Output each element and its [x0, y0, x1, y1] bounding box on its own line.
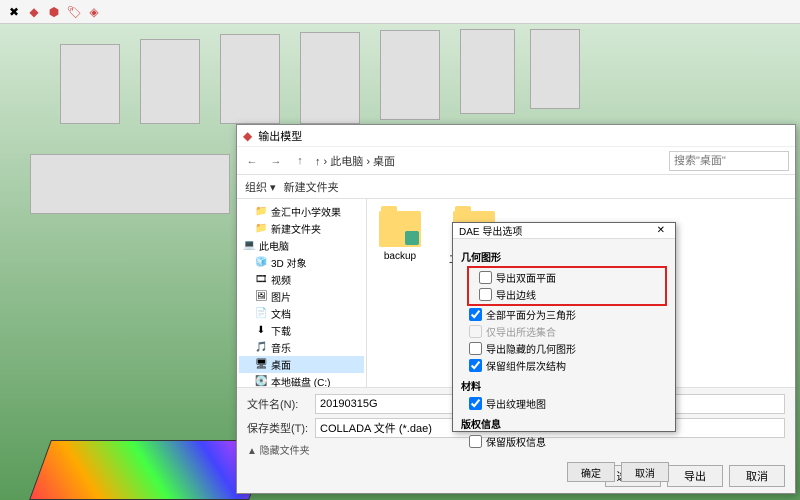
export-dialog-titlebar: ◆ 输出模型: [237, 125, 795, 147]
export-hidden-checkbox[interactable]: [469, 342, 482, 355]
tool-cross-icon[interactable]: ✖: [6, 4, 22, 20]
address-bar-row: ← → ↑ ↑ › 此电脑 › 桌面: [237, 147, 795, 175]
save-type-label: 保存类型(T):: [247, 420, 309, 436]
main-toolbar: ✖ ◆ ⬢ 🏷 ◈: [0, 0, 800, 24]
tool-tag-icon[interactable]: 🏷: [66, 4, 82, 20]
export-button[interactable]: 导出: [667, 465, 723, 487]
tree-item-icon: 💽: [255, 376, 267, 387]
tree-item-label: 桌面: [271, 357, 291, 372]
tree-item-icon: 💻: [243, 240, 255, 251]
folder-label: backup: [384, 251, 416, 262]
tree-item-icon: 🖼: [255, 291, 267, 302]
selection-only-checkbox: [469, 325, 482, 338]
app-icon: ◆: [243, 129, 252, 143]
highlighted-options: 导出双面平面 导出边线: [467, 266, 667, 306]
tree-item[interactable]: 🎞 视频: [239, 271, 364, 288]
preserve-credits-label: 保留版权信息: [486, 434, 546, 449]
tree-item-label: 音乐: [271, 340, 291, 355]
credits-group-label: 版权信息: [461, 416, 667, 431]
tree-item-icon: 🧊: [255, 257, 267, 268]
tree-item[interactable]: 🧊 3D 对象: [239, 254, 364, 271]
export-textures-checkbox[interactable]: [469, 397, 482, 410]
tree-item[interactable]: 📁 金汇中小学效果: [239, 203, 364, 220]
organize-menu[interactable]: 组织 ▾: [245, 179, 276, 195]
tree-item-icon: 🖥: [255, 359, 267, 370]
tree-item-icon: 📄: [255, 308, 267, 319]
tree-item-icon: 📁: [255, 206, 267, 217]
tree-item[interactable]: ⬇ 下载: [239, 322, 364, 339]
nav-forward-icon[interactable]: →: [267, 152, 285, 170]
new-folder-button[interactable]: 新建文件夹: [284, 179, 339, 195]
options-cancel-button[interactable]: 取消: [621, 462, 669, 482]
close-icon[interactable]: ✕: [653, 225, 669, 236]
tree-item[interactable]: 📄 文档: [239, 305, 364, 322]
filename-label: 文件名(N):: [247, 396, 309, 412]
export-edges-label: 导出边线: [496, 287, 536, 302]
tree-item-label: 文档: [271, 306, 291, 321]
preserve-hierarchy-checkbox[interactable]: [469, 359, 482, 372]
preserve-credits-checkbox[interactable]: [469, 435, 482, 448]
tree-item-icon: 📁: [255, 223, 267, 234]
export-edges-checkbox[interactable]: [479, 288, 492, 301]
tree-item[interactable]: 📁 新建文件夹: [239, 220, 364, 237]
tree-item-label: 视频: [271, 272, 291, 287]
selection-only-label: 仅导出所选集合: [486, 324, 556, 339]
geometry-group-label: 几何图形: [461, 249, 667, 264]
options-title: DAE 导出选项: [459, 223, 522, 238]
tree-item-label: 此电脑: [259, 238, 289, 253]
export-hidden-label: 导出隐藏的几何图形: [486, 341, 576, 356]
tree-item[interactable]: 🖼 图片: [239, 288, 364, 305]
tool-box-icon[interactable]: ⬢: [46, 4, 62, 20]
nav-up-icon[interactable]: ↑: [291, 152, 309, 170]
options-titlebar: DAE 导出选项 ✕: [453, 223, 675, 239]
tree-item-label: 本地磁盘 (C:): [271, 374, 330, 387]
folder-item[interactable]: backup: [379, 211, 421, 262]
breadcrumb[interactable]: ↑ › 此电脑 › 桌面: [315, 153, 663, 169]
tree-item-icon: 🎵: [255, 342, 267, 353]
tree-item-label: 3D 对象: [271, 255, 307, 270]
tree-item-label: 图片: [271, 289, 291, 304]
tree-item[interactable]: 🖥 桌面: [239, 356, 364, 373]
search-input[interactable]: [669, 151, 789, 171]
nav-back-icon[interactable]: ←: [243, 152, 261, 170]
export-two-sided-checkbox[interactable]: [479, 271, 492, 284]
options-ok-button[interactable]: 确定: [567, 462, 615, 482]
tree-item-icon: 🎞: [255, 274, 267, 285]
tree-item-label: 下载: [271, 323, 291, 338]
export-dialog-title: 输出模型: [258, 128, 302, 144]
cancel-button[interactable]: 取消: [729, 465, 785, 487]
tool-diamond-icon[interactable]: ◆: [26, 4, 42, 20]
folder-icon: [379, 211, 421, 247]
file-toolbar: 组织 ▾ 新建文件夹: [237, 175, 795, 199]
tree-item[interactable]: 💽 本地磁盘 (C:): [239, 373, 364, 387]
material-group-label: 材料: [461, 378, 667, 393]
folder-tree[interactable]: 📁金汇中小学效果📁新建文件夹💻此电脑🧊3D 对象🎞视频🖼图片📄文档⬇下载🎵音乐🖥…: [237, 199, 367, 387]
preserve-hierarchy-label: 保留组件层次结构: [486, 358, 566, 373]
tool-ruby-icon[interactable]: ◈: [86, 4, 102, 20]
triangulate-label: 全部平面分为三角形: [486, 307, 576, 322]
triangulate-checkbox[interactable]: [469, 308, 482, 321]
tree-item-label: 新建文件夹: [271, 221, 321, 236]
dae-options-dialog: DAE 导出选项 ✕ 几何图形 导出双面平面 导出边线 全部平面分为三角形 仅导…: [452, 222, 676, 432]
export-two-sided-label: 导出双面平面: [496, 270, 556, 285]
tree-item-label: 金汇中小学效果: [271, 204, 341, 219]
tree-item-icon: ⬇: [255, 325, 267, 336]
export-textures-label: 导出纹理地图: [486, 396, 546, 411]
tree-item[interactable]: 💻 此电脑: [239, 237, 364, 254]
tree-item[interactable]: 🎵 音乐: [239, 339, 364, 356]
